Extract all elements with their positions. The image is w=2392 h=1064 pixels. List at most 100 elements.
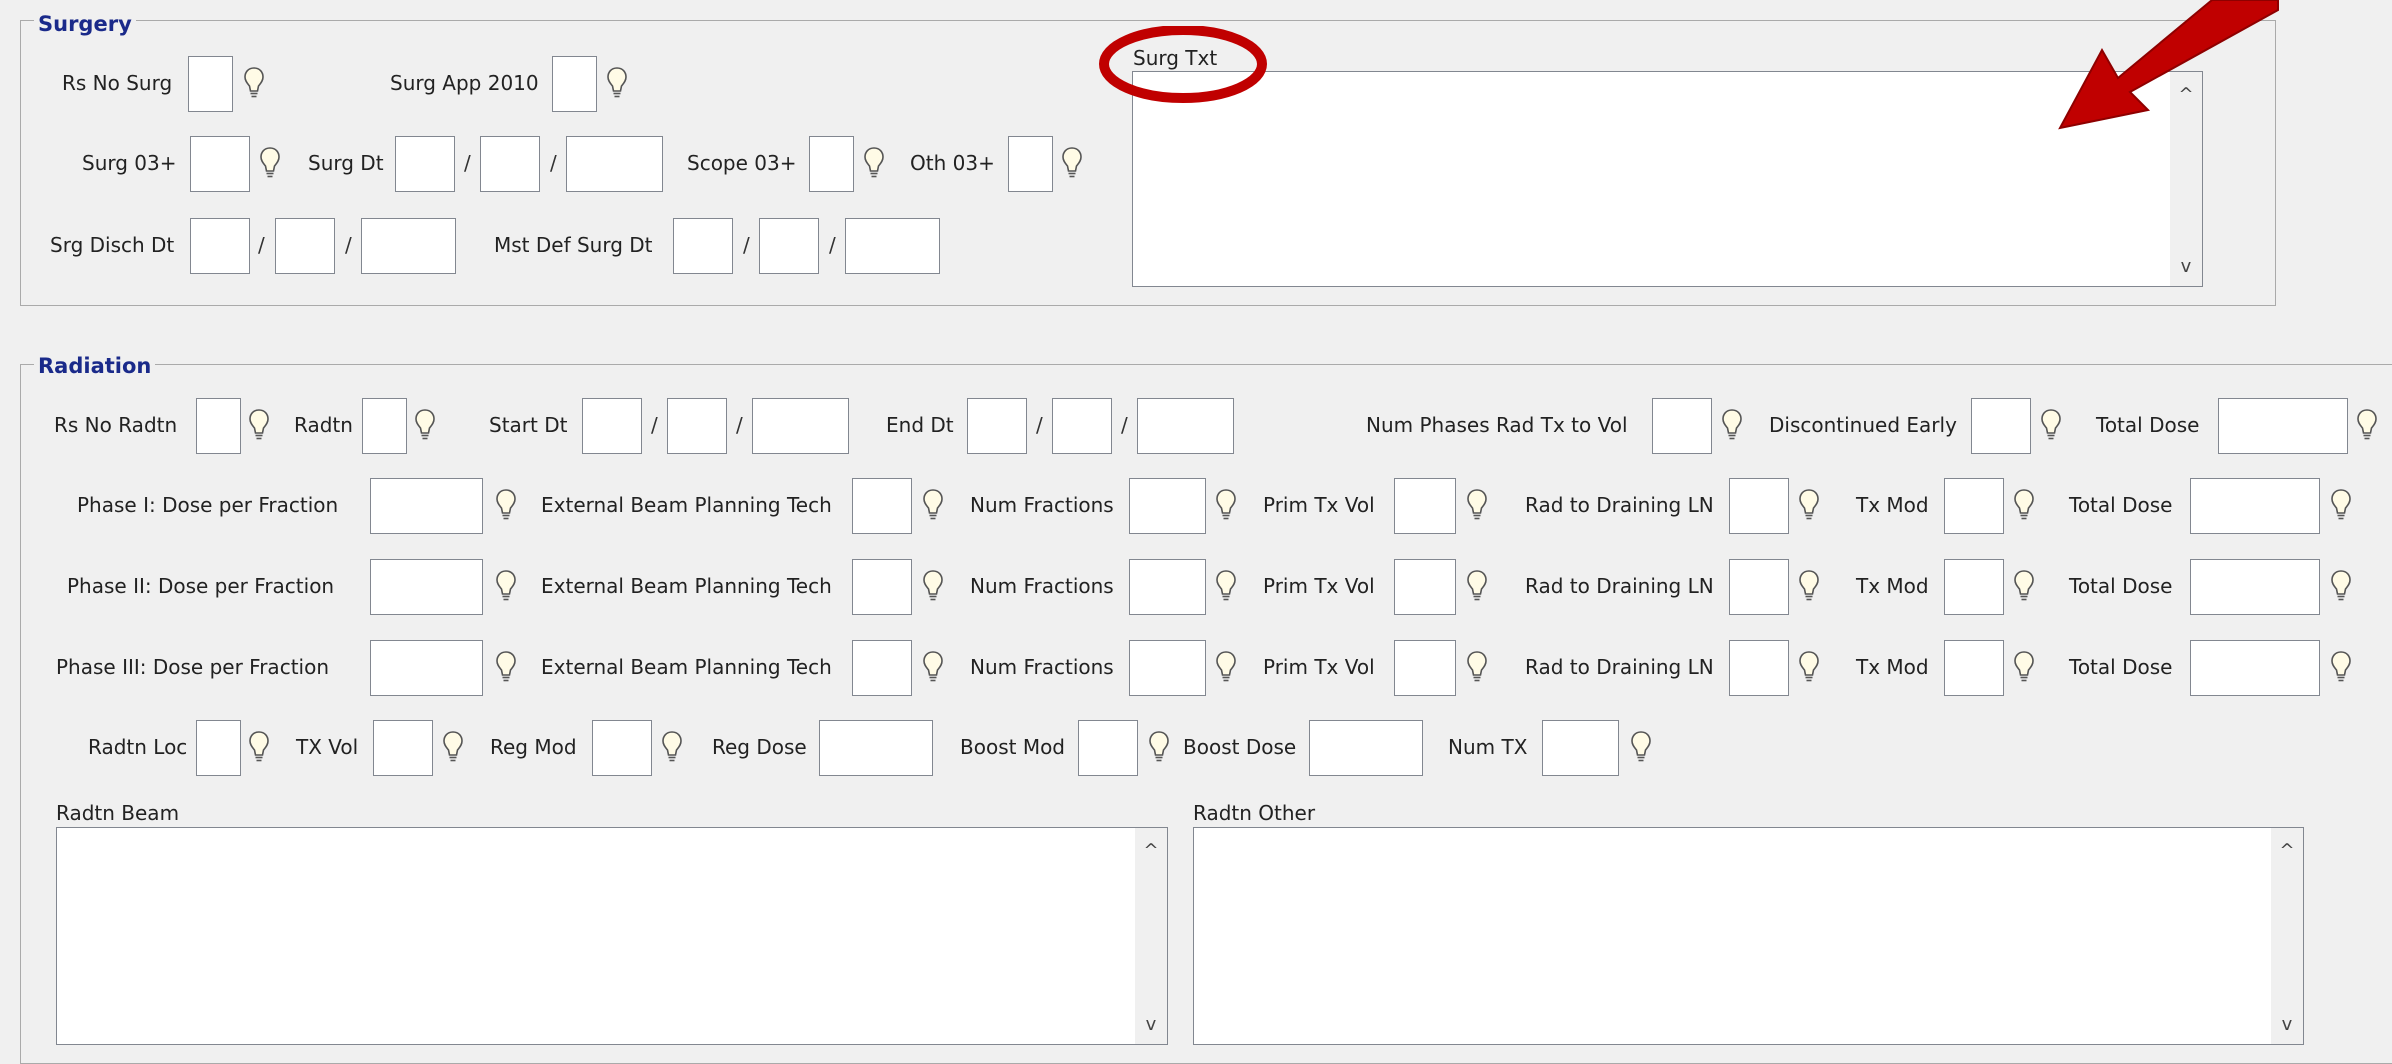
end-dt-year[interactable] bbox=[1137, 398, 1234, 454]
mst-def-surg-dt-day[interactable] bbox=[759, 218, 819, 274]
lightbulb-icon[interactable] bbox=[495, 488, 517, 522]
lightbulb-icon[interactable] bbox=[1215, 488, 1237, 522]
prim-tx-vol-input[interactable] bbox=[1394, 640, 1456, 696]
rs-no-radtn-input[interactable] bbox=[196, 398, 241, 454]
lightbulb-icon[interactable] bbox=[259, 146, 281, 180]
tx-mod-input[interactable] bbox=[1944, 478, 2004, 534]
srg-disch-dt-day[interactable] bbox=[275, 218, 335, 274]
lightbulb-icon[interactable] bbox=[2330, 569, 2352, 603]
surg-dt-day[interactable] bbox=[480, 136, 540, 192]
lightbulb-icon[interactable] bbox=[1061, 146, 1083, 180]
radiation-title: Radiation bbox=[34, 354, 156, 378]
prim-tx-vol-input[interactable] bbox=[1394, 478, 1456, 534]
lightbulb-icon[interactable] bbox=[248, 408, 270, 442]
lightbulb-icon[interactable] bbox=[661, 730, 683, 764]
lightbulb-icon[interactable] bbox=[2013, 569, 2035, 603]
scope-03-input[interactable] bbox=[809, 136, 854, 192]
lightbulb-icon[interactable] bbox=[1798, 569, 1820, 603]
srg-disch-dt-month[interactable] bbox=[190, 218, 250, 274]
lightbulb-icon[interactable] bbox=[442, 730, 464, 764]
num-phases-input[interactable] bbox=[1652, 398, 1712, 454]
lightbulb-icon[interactable] bbox=[495, 569, 517, 603]
surg-dt-month[interactable] bbox=[395, 136, 455, 192]
lightbulb-icon[interactable] bbox=[243, 66, 265, 100]
oth-03-input[interactable] bbox=[1008, 136, 1053, 192]
lightbulb-icon[interactable] bbox=[1630, 730, 1652, 764]
scrollbar[interactable]: ^ v bbox=[2271, 828, 2303, 1044]
dose-per-fraction-input[interactable] bbox=[370, 478, 483, 534]
lightbulb-icon[interactable] bbox=[414, 408, 436, 442]
end-dt-day[interactable] bbox=[1052, 398, 1112, 454]
lightbulb-icon[interactable] bbox=[1466, 650, 1488, 684]
discontinued-early-input[interactable] bbox=[1971, 398, 2031, 454]
num-fractions-input[interactable] bbox=[1129, 478, 1206, 534]
total-dose-input[interactable] bbox=[2190, 478, 2320, 534]
tx-mod-input[interactable] bbox=[1944, 640, 2004, 696]
lightbulb-icon[interactable] bbox=[863, 146, 885, 180]
lightbulb-icon[interactable] bbox=[495, 650, 517, 684]
lightbulb-icon[interactable] bbox=[2330, 488, 2352, 522]
lightbulb-icon[interactable] bbox=[1215, 650, 1237, 684]
start-dt-day[interactable] bbox=[667, 398, 727, 454]
surg-dt-year[interactable] bbox=[566, 136, 663, 192]
lightbulb-icon[interactable] bbox=[2330, 650, 2352, 684]
rad-draining-input[interactable] bbox=[1729, 559, 1789, 615]
scroll-down-icon[interactable]: v bbox=[2170, 252, 2202, 282]
lightbulb-icon[interactable] bbox=[922, 650, 944, 684]
total-dose-input[interactable] bbox=[2190, 559, 2320, 615]
lightbulb-icon[interactable] bbox=[606, 66, 628, 100]
scroll-down-icon[interactable]: v bbox=[2271, 1010, 2303, 1040]
scroll-up-icon[interactable]: ^ bbox=[1135, 836, 1167, 866]
mst-def-surg-dt-year[interactable] bbox=[845, 218, 940, 274]
end-dt-month[interactable] bbox=[967, 398, 1027, 454]
lightbulb-icon[interactable] bbox=[1466, 569, 1488, 603]
lightbulb-icon[interactable] bbox=[922, 569, 944, 603]
scrollbar[interactable]: ^ v bbox=[1135, 828, 1167, 1044]
reg-dose-input[interactable] bbox=[819, 720, 933, 776]
lightbulb-icon[interactable] bbox=[922, 488, 944, 522]
radtn-input[interactable] bbox=[362, 398, 407, 454]
ext-beam-input[interactable] bbox=[852, 640, 912, 696]
ext-beam-input[interactable] bbox=[852, 559, 912, 615]
lightbulb-icon[interactable] bbox=[248, 730, 270, 764]
radtn-beam-textarea[interactable]: ^ v bbox=[56, 827, 1168, 1045]
lightbulb-icon[interactable] bbox=[1798, 650, 1820, 684]
total-dose-input[interactable] bbox=[2190, 640, 2320, 696]
total-dose-input[interactable] bbox=[2218, 398, 2348, 454]
reg-mod-input[interactable] bbox=[592, 720, 652, 776]
lightbulb-icon[interactable] bbox=[1798, 488, 1820, 522]
tx-vol-input[interactable] bbox=[373, 720, 433, 776]
num-tx-input[interactable] bbox=[1542, 720, 1619, 776]
radtn-other-textarea[interactable]: ^ v bbox=[1193, 827, 2304, 1045]
boost-mod-input[interactable] bbox=[1078, 720, 1138, 776]
rs-no-surg-input[interactable] bbox=[188, 56, 233, 112]
dose-per-fraction-input[interactable] bbox=[370, 559, 483, 615]
num-fractions-input[interactable] bbox=[1129, 640, 1206, 696]
lightbulb-icon[interactable] bbox=[1215, 569, 1237, 603]
scroll-up-icon[interactable]: ^ bbox=[2271, 836, 2303, 866]
lightbulb-icon[interactable] bbox=[2013, 488, 2035, 522]
rad-draining-input[interactable] bbox=[1729, 640, 1789, 696]
lightbulb-icon[interactable] bbox=[1466, 488, 1488, 522]
srg-disch-dt-year[interactable] bbox=[361, 218, 456, 274]
prim-tx-vol-input[interactable] bbox=[1394, 559, 1456, 615]
start-dt-month[interactable] bbox=[582, 398, 642, 454]
annotation-arrow bbox=[2058, 0, 2279, 130]
surg-03-input[interactable] bbox=[190, 136, 250, 192]
lightbulb-icon[interactable] bbox=[1148, 730, 1170, 764]
lightbulb-icon[interactable] bbox=[1721, 408, 1743, 442]
lightbulb-icon[interactable] bbox=[2356, 408, 2378, 442]
tx-mod-input[interactable] bbox=[1944, 559, 2004, 615]
dose-per-fraction-input[interactable] bbox=[370, 640, 483, 696]
lightbulb-icon[interactable] bbox=[2013, 650, 2035, 684]
lightbulb-icon[interactable] bbox=[2040, 408, 2062, 442]
rad-draining-input[interactable] bbox=[1729, 478, 1789, 534]
mst-def-surg-dt-month[interactable] bbox=[673, 218, 733, 274]
radtn-loc-input[interactable] bbox=[196, 720, 241, 776]
scroll-down-icon[interactable]: v bbox=[1135, 1010, 1167, 1040]
num-fractions-input[interactable] bbox=[1129, 559, 1206, 615]
start-dt-year[interactable] bbox=[752, 398, 849, 454]
boost-dose-input[interactable] bbox=[1309, 720, 1423, 776]
ext-beam-input[interactable] bbox=[852, 478, 912, 534]
surg-app-2010-input[interactable] bbox=[552, 56, 597, 112]
